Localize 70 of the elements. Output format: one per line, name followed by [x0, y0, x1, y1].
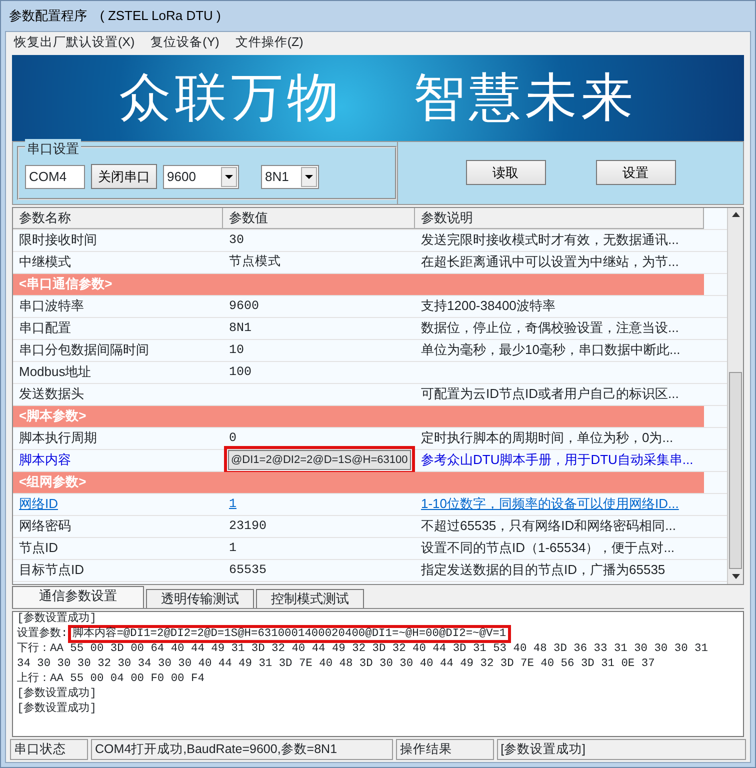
tab[interactable]: 通信参数设置	[12, 586, 144, 608]
param-name: Modbus地址	[19, 363, 92, 382]
param-name: 脚本执行周期	[19, 429, 97, 448]
description-link[interactable]: 1-10位数字，同频率的设备可以使用网络ID...	[421, 494, 679, 514]
param-value: 100	[229, 364, 252, 381]
column-header[interactable]: 参数名称	[13, 208, 223, 229]
window-title: 参数配置程序 ( ZSTEL LoRa DTU )	[9, 7, 221, 26]
param-description: 设置不同的节点ID（1-65534），便于点对...	[421, 539, 675, 558]
param-name: 中继模式	[19, 253, 71, 272]
highlighted-log-text: 脚本内容=@DI1=2@DI2=2@D=1S@H=6310001400020400@DI1=~@H=00@DI2=~@V=1	[68, 624, 512, 643]
param-value: 0	[229, 430, 237, 447]
format-dropdown[interactable]: 8N1	[261, 164, 319, 189]
param-name: 网络密码	[19, 517, 71, 536]
param-link[interactable]: 网络ID	[19, 494, 58, 514]
param-value: 8N1	[229, 320, 252, 337]
param-value: 65535	[229, 562, 267, 579]
menu-item[interactable]: 恢复出厂默认设置(X)	[6, 33, 143, 52]
param-name: 目标节点ID	[19, 561, 84, 580]
param-value: 节点模式	[229, 254, 281, 271]
section-header: <组网参数>	[13, 472, 223, 493]
tab[interactable]: 控制模式测试	[256, 588, 364, 608]
banner-slogan: 众联万物	[119, 72, 343, 124]
param-value: 10	[229, 342, 244, 359]
param-value: 30	[229, 232, 244, 249]
tab[interactable]: 透明传输测试	[146, 588, 254, 608]
status-text: [参数设置成功]	[496, 738, 746, 760]
param-description: 定时执行脚本的周期时间，单位为秒，0为...	[421, 429, 674, 448]
param-description: 参考众山DTU脚本手册，用于DTU自动采集串...	[421, 451, 694, 470]
status-text: COM4打开成功,BaudRate=9600,参数=8N1	[91, 738, 394, 760]
param-name: 串口分包数据间隔时间	[19, 341, 149, 360]
param-name: 串口波特率	[19, 297, 84, 316]
param-description: 不超过65535，只有网络ID和网络密码相同...	[421, 517, 676, 536]
log-line: [参数设置成功]	[17, 702, 96, 715]
status-text: 串口状态	[10, 738, 88, 760]
param-value: 23190	[229, 518, 267, 535]
column-header[interactable]: 参数值	[223, 208, 415, 229]
action-button[interactable]: 设置	[596, 160, 676, 186]
menu-item[interactable]: 文件操作(Z)	[227, 33, 312, 52]
param-description: 可配置为云ID节点ID或者用户自己的标识区...	[421, 385, 679, 404]
param-value: 1	[229, 540, 237, 557]
column-header[interactable]: 参数说明	[415, 208, 704, 229]
param-name: 限时接收时间	[19, 231, 97, 250]
value-link[interactable]: 1	[229, 494, 237, 514]
param-description: 指定发送数据的目的节点ID，广播为65535	[421, 561, 666, 580]
log-line: 设置参数:	[17, 628, 68, 640]
param-name: 脚本内容	[19, 451, 71, 470]
log-line: 上行：AA 55 00 04 00 F0 00 F4	[17, 672, 204, 685]
log-line: [参数设置成功]	[17, 688, 96, 700]
param-description: 在超长距离通讯中可以设置为中继站，为节...	[421, 253, 679, 272]
param-description: 单位为毫秒，最少10毫秒，串口数据中断此...	[421, 341, 680, 360]
param-name: 节点ID	[19, 539, 58, 558]
baud-rate-dropdown[interactable]: 9600	[163, 164, 239, 189]
action-button[interactable]: 读取	[466, 160, 546, 186]
menu-item[interactable]: 复位设备(Y)	[142, 33, 228, 52]
param-description: 发送完限时接收模式时才有效，无数据通讯...	[421, 231, 679, 250]
port-field[interactable]: COM4	[25, 164, 85, 189]
section-header: <串口通信参数>	[13, 274, 223, 295]
status-text: 操作结果	[396, 738, 494, 760]
log-line: 下行：AA 55 00 3D 00 64 40 44 49 31 3D 32 40 44 49 32 3D 32 40 44 3D 31 53 40 48 3D 36 33 31 30 30 30 31	[17, 642, 708, 655]
log-line: [参数设置成功]	[17, 612, 96, 625]
close-port-button[interactable]: 关闭串口	[91, 164, 157, 190]
param-value: 9600	[229, 298, 260, 315]
value-input-field[interactable]: @DI1=2@DI2=2@D=1S@H=63100	[228, 450, 411, 470]
log-line: 34 30 30 30 32 30 34 30 30 40 44 49 31 3D 7E 40 48 3D 30 30 40 44 49 32 3D 7E 40 56 3D 31 0E 37	[17, 658, 655, 670]
section-header: <脚本参数>	[13, 406, 223, 427]
param-description: 支持1200-38400波特率	[421, 297, 556, 316]
param-name: 发送数据头	[19, 385, 84, 404]
param-name: 串口配置	[19, 319, 71, 338]
param-description: 数据位，停止位，奇偶校验设置，注意当设...	[421, 319, 679, 338]
banner-slogan: 智慧未来	[413, 72, 637, 124]
